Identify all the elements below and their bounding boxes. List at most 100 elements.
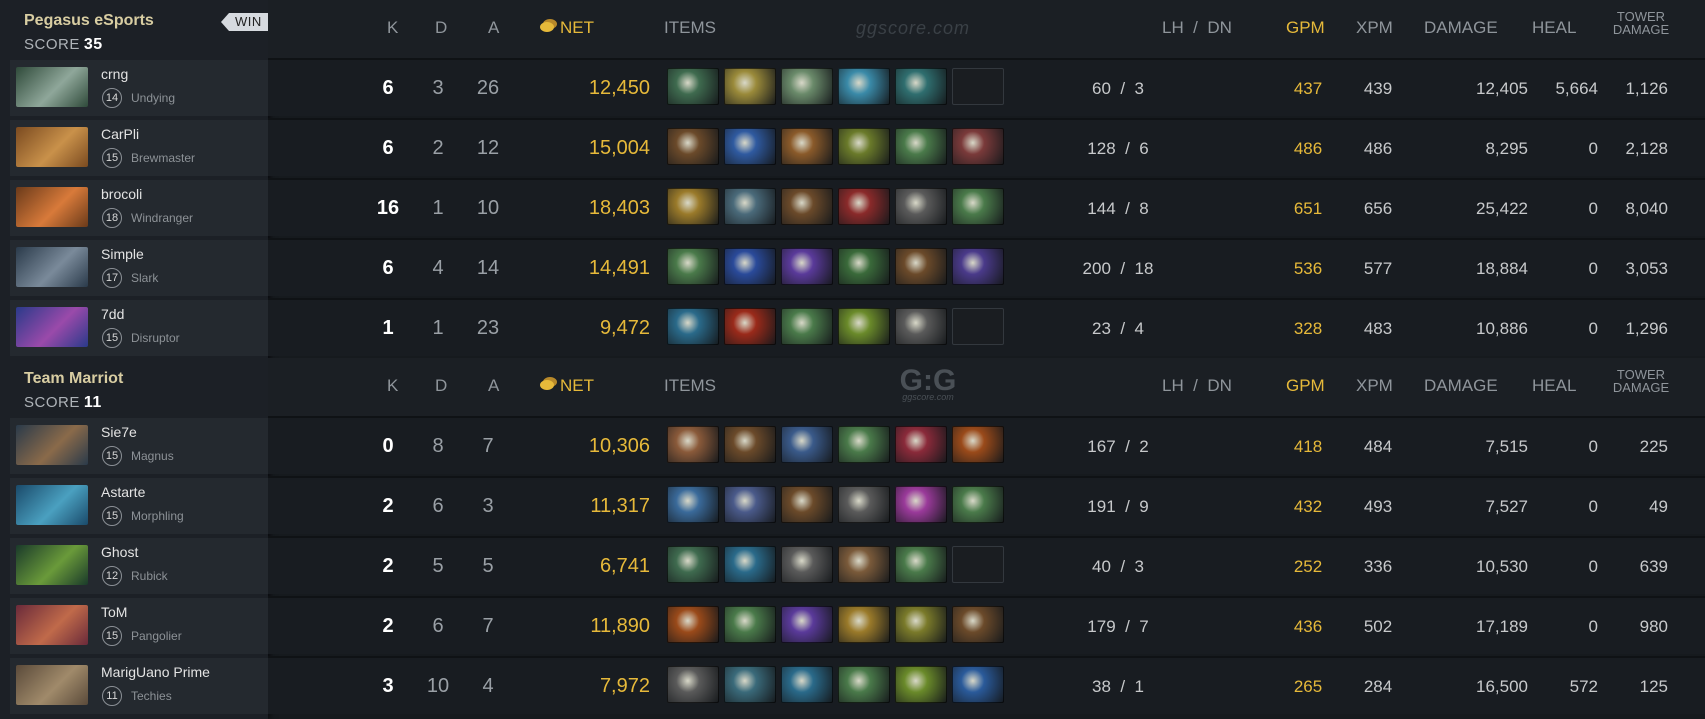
gpm: 536 bbox=[1293, 259, 1323, 278]
item-icon[interactable] bbox=[838, 546, 890, 583]
item-icon[interactable] bbox=[781, 486, 833, 523]
item-icon[interactable] bbox=[895, 606, 947, 643]
last-hits-denies: 38 / 1 bbox=[1092, 677, 1144, 696]
team-score: SCORE 11 bbox=[24, 394, 102, 412]
item-icon[interactable] bbox=[781, 68, 833, 105]
player-name[interactable]: Astarte bbox=[101, 484, 145, 500]
player-card[interactable]: 7dd 15 Disruptor bbox=[10, 300, 268, 356]
item-icon[interactable] bbox=[952, 248, 1004, 285]
item-icon[interactable] bbox=[724, 546, 776, 583]
player-stats-row: 2 6 7 11,890 179 / 7 436 502 17,189 0 980 bbox=[268, 596, 1705, 654]
deaths: 4 bbox=[432, 257, 444, 279]
item-icon[interactable] bbox=[838, 128, 890, 165]
item-icon[interactable] bbox=[724, 188, 776, 225]
item-icon[interactable] bbox=[895, 188, 947, 225]
item-icon[interactable] bbox=[724, 248, 776, 285]
player-card[interactable]: Sie7e 15 Magnus bbox=[10, 418, 268, 474]
item-icon[interactable] bbox=[781, 426, 833, 463]
item-icon[interactable] bbox=[952, 606, 1004, 643]
item-icon[interactable] bbox=[667, 248, 719, 285]
item-icon[interactable] bbox=[952, 666, 1004, 703]
item-icon[interactable] bbox=[895, 248, 947, 285]
xpm: 502 bbox=[1363, 617, 1393, 636]
item-icon[interactable] bbox=[667, 308, 719, 345]
player-name[interactable]: brocoli bbox=[101, 186, 142, 202]
player-name[interactable]: Simple bbox=[101, 246, 144, 262]
item-icon[interactable] bbox=[667, 486, 719, 523]
item-icon[interactable] bbox=[838, 666, 890, 703]
item-icon[interactable] bbox=[838, 486, 890, 523]
item-icon[interactable] bbox=[952, 426, 1004, 463]
item-icon[interactable] bbox=[895, 128, 947, 165]
item-icon[interactable] bbox=[724, 68, 776, 105]
item-icon[interactable] bbox=[838, 248, 890, 285]
empty-item-slot[interactable] bbox=[952, 546, 1004, 583]
item-icon[interactable] bbox=[838, 188, 890, 225]
item-icon[interactable] bbox=[724, 486, 776, 523]
item-icon[interactable] bbox=[667, 426, 719, 463]
item-icon[interactable] bbox=[781, 546, 833, 583]
net-worth: 10,306 bbox=[588, 435, 650, 457]
hero-portrait bbox=[16, 545, 88, 585]
item-icon[interactable] bbox=[895, 68, 947, 105]
heal: 0 bbox=[1588, 557, 1598, 576]
item-icon[interactable] bbox=[895, 426, 947, 463]
item-icon[interactable] bbox=[838, 308, 890, 345]
player-card[interactable]: CarPli 15 Brewmaster bbox=[10, 120, 268, 176]
player-card[interactable]: brocoli 18 Windranger bbox=[10, 180, 268, 236]
item-icon[interactable] bbox=[895, 486, 947, 523]
item-icon[interactable] bbox=[952, 128, 1004, 165]
gg-logo: G:G ggscore.com bbox=[888, 364, 968, 404]
deaths: 6 bbox=[432, 615, 444, 637]
player-card[interactable]: Astarte 15 Morphling bbox=[10, 478, 268, 534]
item-icon[interactable] bbox=[781, 308, 833, 345]
item-icon[interactable] bbox=[781, 666, 833, 703]
player-name[interactable]: Sie7e bbox=[101, 424, 137, 440]
item-icon[interactable] bbox=[781, 188, 833, 225]
item-icon[interactable] bbox=[895, 546, 947, 583]
item-icon[interactable] bbox=[724, 308, 776, 345]
item-icon[interactable] bbox=[724, 666, 776, 703]
item-icon[interactable] bbox=[781, 248, 833, 285]
player-card[interactable]: crng 14 Undying bbox=[10, 60, 268, 116]
item-icon[interactable] bbox=[838, 426, 890, 463]
player-name[interactable]: Ghost bbox=[101, 544, 138, 560]
player-card[interactable]: MarigUano Prime 11 Techies bbox=[10, 658, 268, 714]
item-icon[interactable] bbox=[895, 666, 947, 703]
player-name[interactable]: MarigUano Prime bbox=[101, 664, 210, 680]
item-icon[interactable] bbox=[667, 128, 719, 165]
stats-header-row: K D A NET ITEMS ggscore.com LH / DN GPM XPM DAMAG… bbox=[268, 0, 1705, 58]
assists: 12 bbox=[476, 137, 500, 159]
item-icon[interactable] bbox=[952, 188, 1004, 225]
item-icon[interactable] bbox=[667, 606, 719, 643]
item-icon[interactable] bbox=[667, 546, 719, 583]
player-card[interactable]: Ghost 12 Rubick bbox=[10, 538, 268, 594]
empty-item-slot[interactable] bbox=[952, 308, 1004, 345]
header-tower-line2: DAMAGE bbox=[1612, 380, 1670, 395]
player-card[interactable]: Simple 17 Slark bbox=[10, 240, 268, 296]
player-name[interactable]: CarPli bbox=[101, 126, 139, 142]
item-icon[interactable] bbox=[781, 606, 833, 643]
item-icon[interactable] bbox=[724, 426, 776, 463]
player-stats-row: 6 3 26 12,450 60 / 3 437 439 12,405 5,664 1,126 bbox=[268, 58, 1705, 116]
item-icon[interactable] bbox=[724, 128, 776, 165]
empty-item-slot[interactable] bbox=[952, 68, 1004, 105]
player-name[interactable]: crng bbox=[101, 66, 128, 82]
item-icon[interactable] bbox=[667, 188, 719, 225]
item-icon[interactable] bbox=[667, 666, 719, 703]
item-icon[interactable] bbox=[724, 606, 776, 643]
player-name[interactable]: ToM bbox=[101, 604, 127, 620]
gpm: 436 bbox=[1293, 617, 1323, 636]
net-worth: 6,741 bbox=[599, 555, 650, 577]
item-icon[interactable] bbox=[781, 128, 833, 165]
heal: 572 bbox=[1569, 677, 1598, 696]
item-icon[interactable] bbox=[838, 68, 890, 105]
player-stats-row: 2 6 3 11,317 191 / 9 432 493 7,527 0 49 bbox=[268, 476, 1705, 534]
item-icon[interactable] bbox=[895, 308, 947, 345]
hero-name: Rubick bbox=[131, 569, 168, 583]
player-name[interactable]: 7dd bbox=[101, 306, 124, 322]
item-icon[interactable] bbox=[952, 486, 1004, 523]
item-icon[interactable] bbox=[667, 68, 719, 105]
item-icon[interactable] bbox=[838, 606, 890, 643]
player-card[interactable]: ToM 15 Pangolier bbox=[10, 598, 268, 654]
